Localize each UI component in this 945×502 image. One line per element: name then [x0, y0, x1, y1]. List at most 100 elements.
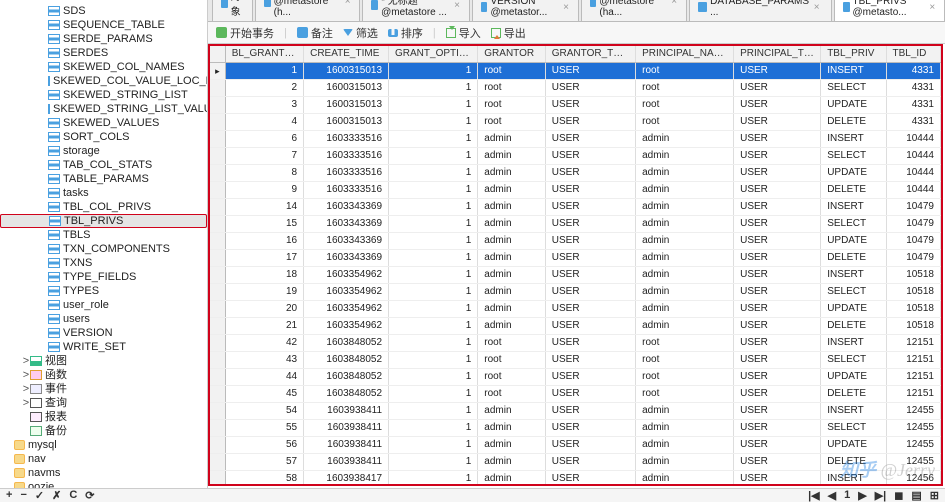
tree-db-item[interactable]: oozie: [0, 480, 207, 488]
import-button[interactable]: 导入: [446, 25, 481, 41]
table-row[interactable]: 1416033433691adminUSERadminUSERINSERT104…: [210, 199, 941, 216]
cell[interactable]: admin: [478, 318, 545, 335]
bottom-button[interactable]: ✗: [52, 489, 61, 502]
cell[interactable]: USER: [545, 250, 635, 267]
cell[interactable]: SELECT: [821, 352, 886, 369]
cell[interactable]: USER: [545, 284, 635, 301]
cell[interactable]: USER: [734, 301, 821, 318]
cell[interactable]: root: [636, 386, 734, 403]
cell[interactable]: 10444: [886, 165, 941, 182]
tab[interactable]: 对象: [212, 0, 253, 21]
cell[interactable]: 10444: [886, 148, 941, 165]
cell[interactable]: USER: [734, 148, 821, 165]
cell[interactable]: 58: [225, 471, 303, 487]
cell[interactable]: USER: [545, 369, 635, 386]
bottom-button[interactable]: −: [20, 489, 26, 502]
cell[interactable]: 1: [389, 437, 478, 454]
row-header[interactable]: [210, 318, 225, 335]
table-row[interactable]: 4216038480521rootUSERrootUSERINSERT12151: [210, 335, 941, 352]
twisty-icon[interactable]: >: [22, 382, 30, 396]
cell[interactable]: USER: [734, 80, 821, 97]
cell[interactable]: SELECT: [821, 80, 886, 97]
cell[interactable]: USER: [734, 352, 821, 369]
table-row[interactable]: 5516039384111adminUSERadminUSERSELECT124…: [210, 420, 941, 437]
cell[interactable]: USER: [545, 318, 635, 335]
cell[interactable]: admin: [636, 318, 734, 335]
cell[interactable]: USER: [734, 114, 821, 131]
cell[interactable]: 10444: [886, 131, 941, 148]
cell[interactable]: 10518: [886, 318, 941, 335]
begin-transaction-button[interactable]: 开始事务: [216, 25, 274, 41]
row-header[interactable]: [210, 471, 225, 487]
cell[interactable]: 12455: [886, 420, 941, 437]
cell[interactable]: 1603354962: [304, 267, 389, 284]
cell[interactable]: 20: [225, 301, 303, 318]
row-header[interactable]: [210, 165, 225, 182]
cell[interactable]: 1: [389, 199, 478, 216]
cell[interactable]: 1: [389, 454, 478, 471]
tree-section-item[interactable]: > 查询: [0, 396, 207, 410]
bottom-button[interactable]: ✓: [35, 489, 44, 502]
cell[interactable]: root: [478, 335, 545, 352]
cell[interactable]: UPDATE: [821, 233, 886, 250]
cell[interactable]: admin: [636, 250, 734, 267]
cell[interactable]: INSERT: [821, 199, 886, 216]
table-row[interactable]: 5816039384171adminUSERadminUSERINSERT124…: [210, 471, 941, 487]
tree-table-item[interactable]: SORT_COLS: [0, 130, 207, 144]
cell[interactable]: admin: [478, 454, 545, 471]
table-row[interactable]: 2116033549621adminUSERadminUSERDELETE105…: [210, 318, 941, 335]
table-row[interactable]: 1916033549621adminUSERadminUSERSELECT105…: [210, 284, 941, 301]
cell[interactable]: USER: [734, 97, 821, 114]
cell[interactable]: SELECT: [821, 284, 886, 301]
cell[interactable]: DELETE: [821, 386, 886, 403]
cell[interactable]: 12151: [886, 352, 941, 369]
cell[interactable]: root: [636, 369, 734, 386]
table-row[interactable]: 216003150131rootUSERrootUSERSELECT4331: [210, 80, 941, 97]
cell[interactable]: USER: [734, 267, 821, 284]
nav-button[interactable]: ◼: [894, 489, 903, 502]
cell[interactable]: 4331: [886, 63, 941, 80]
cell[interactable]: root: [636, 97, 734, 114]
cell[interactable]: 1603938417: [304, 471, 389, 487]
tree-table-item[interactable]: TBL_PRIVS: [0, 214, 207, 228]
nav-button[interactable]: ▤: [911, 489, 921, 502]
cell[interactable]: 12455: [886, 437, 941, 454]
tab[interactable]: DBS @metastore (ha...×: [581, 0, 687, 21]
table-row[interactable]: 4516038480521rootUSERrootUSERDELETE12151: [210, 386, 941, 403]
cell[interactable]: 56: [225, 437, 303, 454]
cell[interactable]: 12455: [886, 454, 941, 471]
cell[interactable]: admin: [478, 216, 545, 233]
cell[interactable]: 1: [389, 318, 478, 335]
cell[interactable]: 1603333516: [304, 165, 389, 182]
table-row[interactable]: 1516033433691adminUSERadminUSERSELECT104…: [210, 216, 941, 233]
cell[interactable]: UPDATE: [821, 437, 886, 454]
cell[interactable]: 1: [389, 97, 478, 114]
row-header[interactable]: [210, 182, 225, 199]
tree-table-item[interactable]: user_role: [0, 298, 207, 312]
cell[interactable]: 55: [225, 420, 303, 437]
cell[interactable]: 1: [389, 233, 478, 250]
row-header[interactable]: [210, 148, 225, 165]
cell[interactable]: USER: [545, 114, 635, 131]
cell[interactable]: 1603333516: [304, 182, 389, 199]
data-grid[interactable]: BL_GRANT_IDCREATE_TIMEGRANT_OPTIONGRANTO…: [208, 44, 943, 486]
cell[interactable]: root: [636, 335, 734, 352]
cell[interactable]: admin: [636, 301, 734, 318]
sort-button[interactable]: 排序: [388, 25, 423, 41]
cell[interactable]: admin: [478, 437, 545, 454]
tree-section-item[interactable]: 备份: [0, 424, 207, 438]
table-row[interactable]: 5616039384111adminUSERadminUSERUPDATE124…: [210, 437, 941, 454]
row-header[interactable]: [210, 199, 225, 216]
cell[interactable]: USER: [734, 199, 821, 216]
cell[interactable]: 10479: [886, 233, 941, 250]
tree-section-item[interactable]: 报表: [0, 410, 207, 424]
cell[interactable]: admin: [478, 284, 545, 301]
cell[interactable]: 1: [389, 114, 478, 131]
table-row[interactable]: 716033335161adminUSERadminUSERSELECT1044…: [210, 148, 941, 165]
cell[interactable]: 18: [225, 267, 303, 284]
cell[interactable]: 16: [225, 233, 303, 250]
row-header[interactable]: [210, 131, 225, 148]
cell[interactable]: USER: [734, 437, 821, 454]
cell[interactable]: root: [478, 80, 545, 97]
tree-table-item[interactable]: SKEWED_COL_VALUE_LOC_MAP: [0, 74, 207, 88]
